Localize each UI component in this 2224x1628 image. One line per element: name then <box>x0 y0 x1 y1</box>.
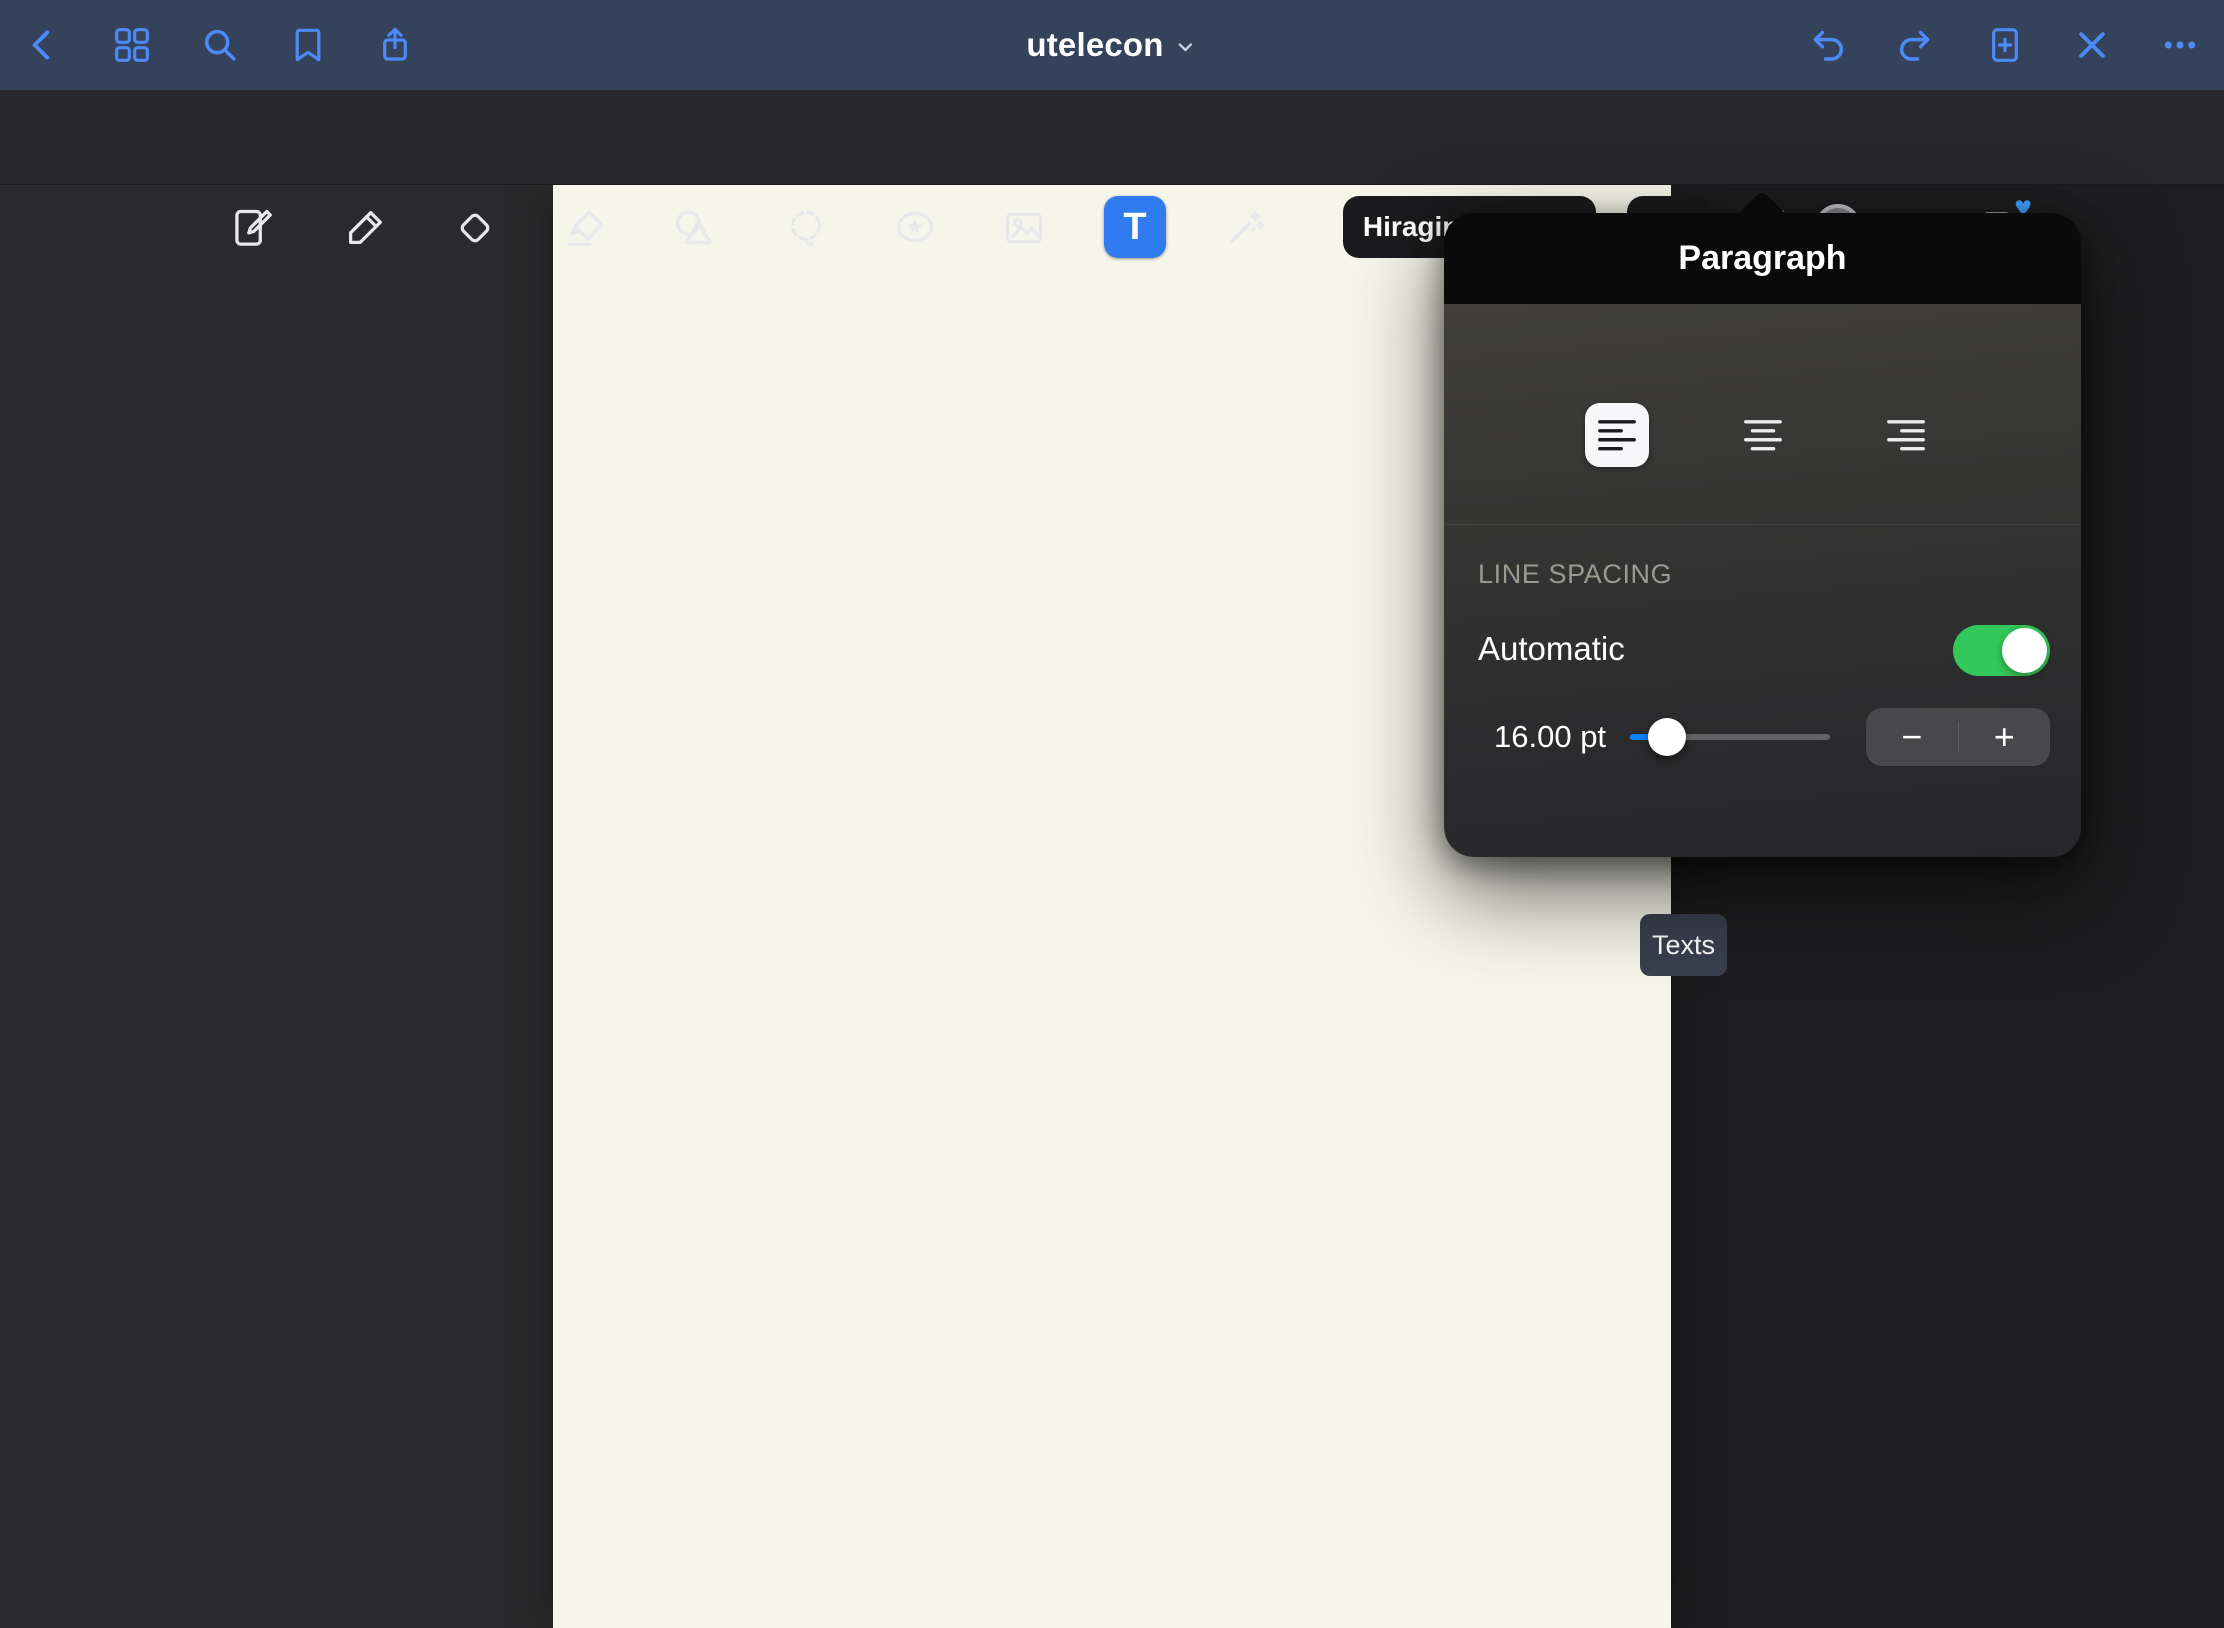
document-title: utelecon <box>1026 26 1163 64</box>
back-button[interactable] <box>21 23 65 67</box>
add-page-button[interactable] <box>1983 23 2027 67</box>
chevron-down-icon <box>1174 35 1198 59</box>
shapes-icon <box>671 205 717 251</box>
share-icon <box>375 25 415 65</box>
text-tool-glyph: T <box>1123 206 1146 249</box>
redo-button[interactable] <box>1893 23 1937 67</box>
grid-icon <box>112 25 152 65</box>
laser-tool-button[interactable] <box>1217 200 1273 256</box>
app-window: Texts utelecon <box>0 0 2224 1628</box>
undo-icon <box>1808 25 1848 65</box>
elements-tool-button[interactable] <box>887 200 943 256</box>
section-divider <box>1444 524 2081 525</box>
pen-icon <box>342 205 388 251</box>
undo-button[interactable] <box>1806 23 1850 67</box>
align-left-icon <box>1598 419 1636 451</box>
search-button[interactable] <box>198 23 242 67</box>
close-button[interactable] <box>2070 23 2114 67</box>
bookmark-button[interactable] <box>286 23 330 67</box>
read-mode-button[interactable] <box>225 200 281 256</box>
image-tool-button[interactable] <box>996 200 1052 256</box>
more-button[interactable] <box>2158 23 2202 67</box>
slider-knob[interactable] <box>1648 718 1686 756</box>
align-center-option[interactable] <box>1731 403 1795 467</box>
automatic-label: Automatic <box>1478 630 1625 668</box>
increase-spacing-button[interactable]: + <box>1959 708 2051 766</box>
lasso-tool-button[interactable] <box>778 200 834 256</box>
decrease-spacing-button[interactable]: − <box>1866 708 1958 766</box>
sticker-star-icon <box>892 205 938 251</box>
share-button[interactable] <box>373 23 417 67</box>
chevron-left-icon <box>23 25 63 65</box>
automatic-toggle[interactable] <box>1953 625 2050 676</box>
line-spacing-section-label: LINE SPACING <box>1478 559 1672 590</box>
document-title-button[interactable]: utelecon <box>1026 0 1197 90</box>
navigation-bar: utelecon <box>0 0 2224 90</box>
selected-text-object[interactable]: Texts <box>1640 914 1727 976</box>
popover-header: Paragraph <box>1444 213 2081 304</box>
eraser-tool-button[interactable] <box>447 200 503 256</box>
align-left-option[interactable] <box>1585 403 1649 467</box>
highlighter-tool-button[interactable] <box>558 200 614 256</box>
add-page-icon <box>1985 25 2025 65</box>
align-center-icon <box>1744 419 1782 451</box>
laser-pointer-icon <box>1222 205 1268 251</box>
popover-body: LINE SPACING Automatic 16.00 pt − + <box>1444 304 2081 857</box>
spacing-stepper: − + <box>1866 708 2050 766</box>
lasso-icon <box>783 205 829 251</box>
spacing-value-label: 16.00 pt <box>1494 719 1606 755</box>
align-right-option[interactable] <box>1874 403 1938 467</box>
redo-icon <box>1895 25 1935 65</box>
bookmark-icon <box>288 25 328 65</box>
highlighter-icon <box>563 205 609 251</box>
tool-bar: T HiraginoSans-... 16 ♥ <box>0 90 2224 185</box>
eraser-icon <box>452 205 498 251</box>
paragraph-popover: Paragraph LINE SPACING Automatic 16.00 p… <box>1444 213 2081 857</box>
shapes-tool-button[interactable] <box>666 200 722 256</box>
pen-tool-button[interactable] <box>337 200 393 256</box>
document-pencil-icon <box>230 205 276 251</box>
align-right-icon <box>1887 419 1925 451</box>
image-icon <box>1001 205 1047 251</box>
popover-title: Paragraph <box>1678 239 1846 278</box>
line-spacing-slider[interactable] <box>1630 718 1830 756</box>
toggle-knob <box>2002 628 2047 673</box>
text-tool-button[interactable]: T <box>1104 196 1166 258</box>
close-icon <box>2072 25 2112 65</box>
ellipsis-icon <box>2160 25 2200 65</box>
search-icon <box>200 25 240 65</box>
pages-overview-button[interactable] <box>110 23 154 67</box>
